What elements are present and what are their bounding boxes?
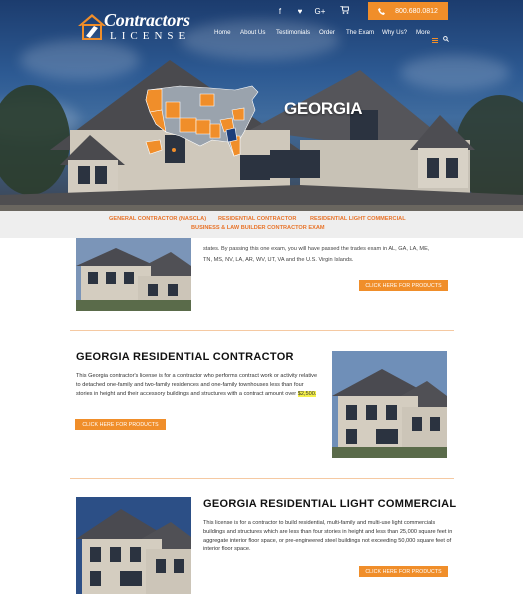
nav-testimonials[interactable]: Testimonials (276, 29, 310, 36)
google-plus-icon[interactable]: G+ (310, 7, 330, 16)
us-map-image (145, 85, 259, 157)
products-button[interactable]: CLICK HERE FOR PRODUCTS (359, 280, 448, 291)
products-button[interactable]: CLICK HERE FOR PRODUCTS (75, 419, 166, 430)
phone-button[interactable]: 800.680.0812 (368, 2, 448, 20)
house-thumbnail (76, 238, 191, 311)
logo-text-primary: Contractors (104, 10, 190, 30)
nav-order[interactable]: Order (319, 29, 335, 36)
phone-number: 800.680.0812 (395, 7, 438, 15)
hero-banner: Contractors LICENSE f ♥ G+ 800.680.0812 … (0, 0, 523, 213)
section-text: states. By passing this one exam, you wi… (203, 246, 453, 265)
license-subnav: GENERAL CONTRACTOR (NASCLA) RESIDENTIAL … (0, 211, 523, 238)
cart-icon[interactable] (340, 5, 350, 16)
section-text: This Georgia contractor's license is for… (76, 372, 321, 398)
social-links: f ♥ G+ (270, 7, 330, 16)
page-title: GEORGIA (284, 99, 363, 118)
nav-home[interactable]: Home (214, 29, 231, 36)
nav-about-us[interactable]: About Us (240, 29, 265, 36)
facebook-icon[interactable]: f (270, 7, 290, 16)
section-title: GEORGIA RESIDENTIAL LIGHT COMMERCIAL (203, 498, 457, 510)
section-text-line: TN, MS, NV, LA, AR, WV, UT, VA and the U… (203, 257, 354, 263)
section-title: GEORGIA RESIDENTIAL CONTRACTOR (76, 351, 294, 363)
phone-icon (378, 7, 386, 15)
georgia-state (225, 127, 238, 143)
products-button[interactable]: CLICK HERE FOR PRODUCTS (359, 566, 448, 577)
subnav-general-contractor[interactable]: GENERAL CONTRACTOR (NASCLA) (109, 216, 206, 222)
divider (70, 330, 454, 331)
nav-why-us[interactable]: Why Us? (382, 29, 407, 36)
house-thumbnail (76, 497, 191, 594)
subnav-residential-contractor[interactable]: RESIDENTIAL CONTRACTOR (218, 216, 296, 222)
nav-more[interactable]: More (416, 29, 430, 36)
price-highlight: $2,500. (297, 390, 317, 397)
menu-icon[interactable] (432, 30, 438, 48)
house-thumbnail (332, 351, 447, 458)
subnav-business-law-exam[interactable]: BUSINESS & LAW BUILDER CONTRACTOR EXAM (191, 225, 325, 231)
main-nav: Home About Us Testimonials Order The Exa… (0, 29, 523, 43)
subnav-residential-light-commercial[interactable]: RESIDENTIAL LIGHT COMMERCIAL (310, 216, 406, 222)
divider (70, 478, 454, 479)
section-text-body: This Georgia contractor's license is for… (76, 373, 318, 397)
search-icon[interactable] (443, 29, 449, 47)
nav-the-exam[interactable]: The Exam (346, 29, 374, 36)
section-text-line: states. By passing this one exam, you wi… (203, 246, 430, 252)
section-text: This license is for a contractor to buil… (203, 520, 453, 553)
twitter-icon[interactable]: ♥ (290, 7, 310, 16)
